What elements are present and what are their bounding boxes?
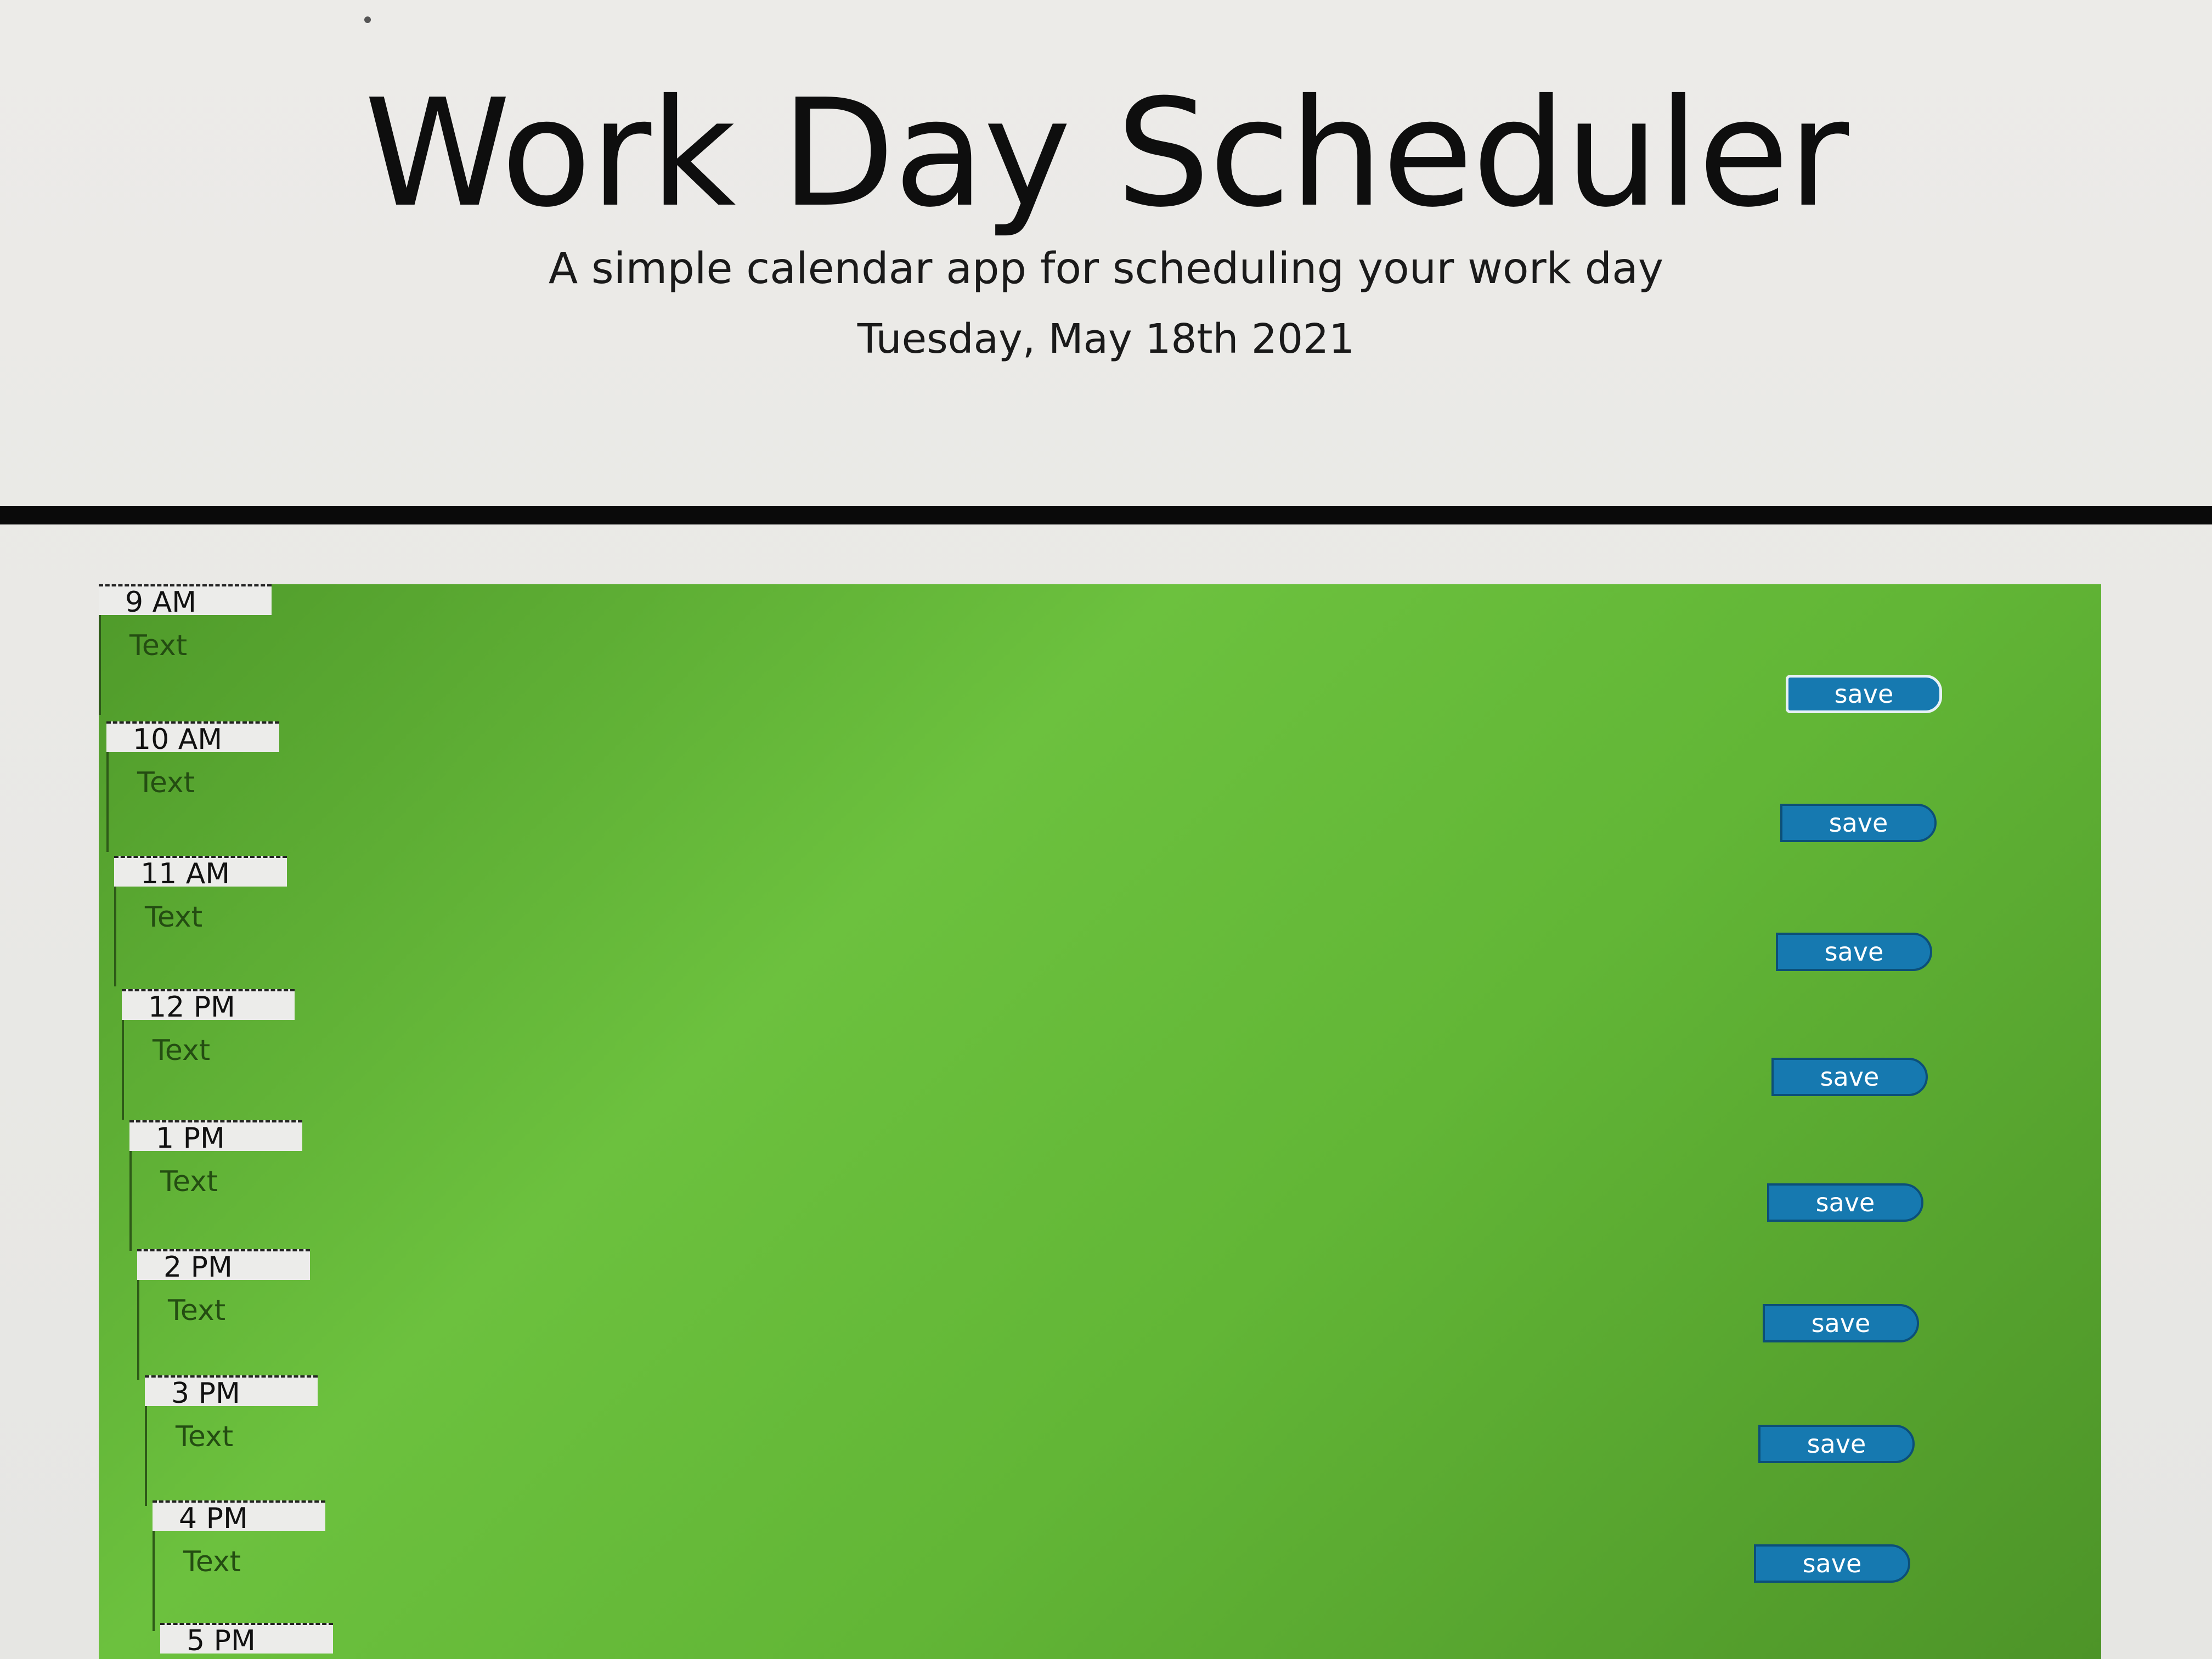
screen-spot [364, 16, 371, 23]
hour-label: 2 PM [137, 1249, 310, 1283]
save-button[interactable]: save [1776, 933, 1932, 971]
save-button[interactable]: save [1771, 1058, 1928, 1096]
event-text[interactable]: Text [168, 1294, 225, 1327]
event-text[interactable]: Text [153, 1034, 210, 1067]
event-text[interactable]: Text [129, 629, 187, 662]
event-text[interactable]: Text [183, 1545, 241, 1578]
hour-label: 5 PM [160, 1623, 333, 1657]
hour-label: 11 AM [114, 856, 287, 890]
save-button[interactable]: save [1780, 804, 1937, 842]
hour-edge [99, 615, 101, 715]
save-button[interactable]: save [1786, 675, 1942, 713]
page-title: Work Day Scheduler [364, 67, 1849, 240]
save-button[interactable]: save [1754, 1544, 1910, 1583]
hour-edge [114, 887, 116, 986]
hour-label: 3 PM [145, 1375, 318, 1409]
event-text[interactable]: Text [160, 1165, 218, 1198]
header-divider [0, 506, 2212, 524]
hour-edge [106, 752, 109, 852]
hour-edge [122, 1020, 124, 1120]
hour-label: 1 PM [129, 1120, 302, 1154]
page-subtitle: A simple calendar app for scheduling you… [548, 244, 1664, 294]
hour-edge [129, 1151, 132, 1251]
event-text[interactable]: Text [176, 1420, 233, 1453]
hour-label: 4 PM [153, 1500, 325, 1534]
hour-edge [137, 1280, 139, 1380]
hour-edge [145, 1406, 147, 1506]
hour-label: 12 PM [122, 989, 295, 1023]
hour-label: 9 AM [99, 584, 272, 618]
header: Work Day Scheduler A simple calendar app… [0, 0, 2212, 505]
page: Work Day Scheduler A simple calendar app… [0, 0, 2212, 1659]
current-day: Tuesday, May 18th 2021 [857, 315, 1355, 363]
hour-label: 10 AM [106, 721, 279, 755]
event-text[interactable]: Text [145, 901, 202, 934]
save-button[interactable]: save [1763, 1304, 1919, 1342]
save-button[interactable]: save [1767, 1183, 1923, 1222]
hour-edge [153, 1531, 155, 1631]
save-button[interactable]: save [1758, 1425, 1915, 1463]
planner: 9 AM Text save 10 AM Text save 11 AM Tex… [99, 584, 2101, 1659]
event-text[interactable]: Text [137, 766, 195, 799]
